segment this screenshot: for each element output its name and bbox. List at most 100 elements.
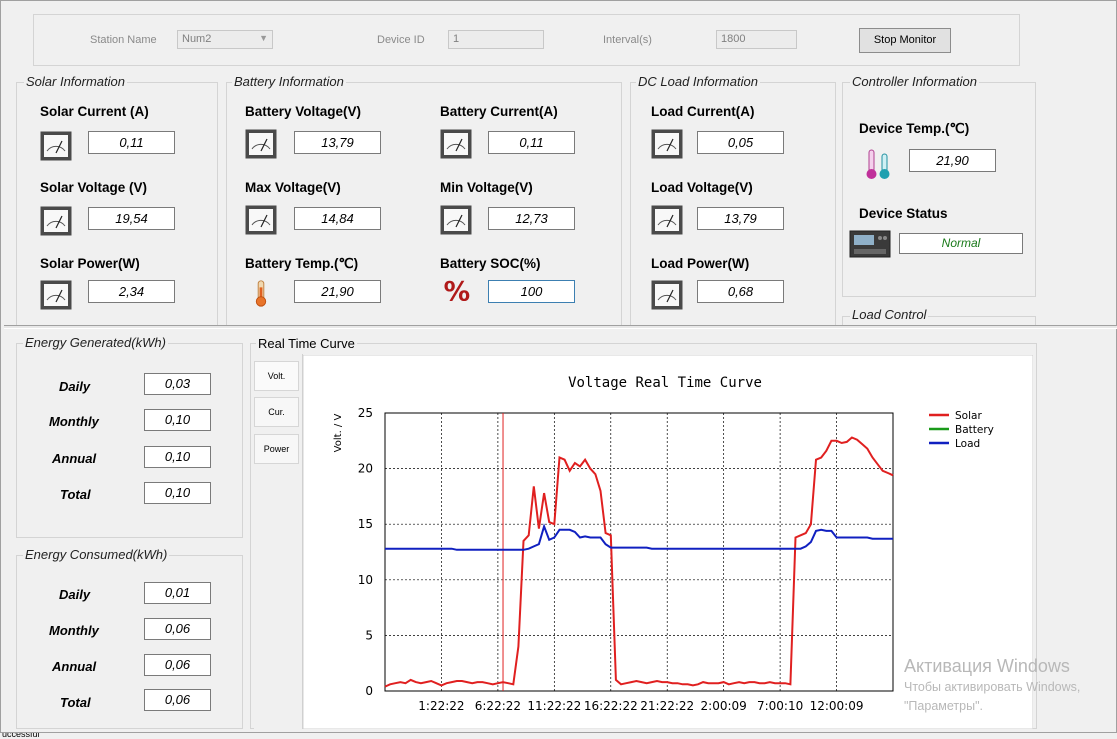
energy-consumed-daily-field[interactable]: 0,01 (144, 582, 211, 604)
energy-consumed-monthly-field[interactable]: 0,06 (144, 618, 211, 640)
load-current-field[interactable]: 0,05 (697, 131, 784, 154)
energy-generated-title: Energy Generated(kWh) (23, 335, 168, 350)
energy-consumed-daily-label: Daily (59, 587, 91, 602)
dc-load-group-title: DC Load Information (636, 74, 760, 89)
energy-consumed-monthly-label: Monthly (49, 623, 99, 638)
ammeter-icon (40, 131, 72, 161)
device-status-field[interactable]: Normal (899, 233, 1023, 254)
chevron-down-icon: ▼ (259, 33, 268, 43)
x-tick-label: 1:22:22 (418, 699, 464, 713)
solar-group-title: Solar Information (24, 74, 127, 89)
solar-power-label: Solar Power(W) (40, 256, 140, 271)
battery-soc-label: Battery SOC(%) (440, 256, 541, 271)
section-divider (4, 325, 1117, 329)
y-tick-label: 5 (365, 628, 373, 642)
energy-generated-daily-field[interactable]: 0,03 (144, 373, 211, 395)
energy-consumed-total-field[interactable]: 0,06 (144, 689, 211, 711)
device-temp-field[interactable]: 21,90 (909, 149, 996, 172)
battery-soc-field[interactable]: 100 (488, 280, 575, 303)
device-status-value: Normal (941, 236, 981, 250)
battery-voltage-field[interactable]: 13,79 (294, 131, 381, 154)
load-power-label: Load Power(W) (651, 256, 750, 271)
activation-watermark-title: Активация Windows (904, 656, 1070, 676)
svg-text:%: % (444, 277, 471, 306)
thermometer-icon (255, 280, 267, 307)
x-tick-label: 11:22:22 (527, 699, 581, 713)
battery-group-title: Battery Information (232, 74, 346, 89)
ammeter-icon (440, 129, 472, 159)
voltmeter-icon (651, 205, 683, 235)
x-tick-label: 2:00:09 (701, 699, 747, 713)
y-tick-label: 0 (365, 684, 373, 698)
battery-current-field[interactable]: 0,11 (488, 131, 575, 154)
legend-label-solar: Solar (955, 410, 982, 422)
x-tick-label: 16:22:22 (584, 699, 638, 713)
chart-y-axis-label: Volt. / V (333, 414, 344, 453)
y-tick-label: 20 (358, 462, 373, 476)
energy-generated-annual-field[interactable]: 0,10 (144, 446, 211, 468)
real-time-curve-title: Real Time Curve (256, 336, 357, 351)
min-voltage-label: Min Voltage(V) (440, 180, 533, 195)
legend-label-battery: Battery (955, 424, 994, 436)
device-status-label: Device Status (859, 206, 948, 221)
thermometer-icon (866, 149, 890, 179)
x-tick-label: 21:22:22 (640, 699, 694, 713)
energy-consumed-annual-field[interactable]: 0,06 (144, 654, 211, 676)
max-voltage-field[interactable]: 14,84 (294, 207, 381, 230)
load-power-field[interactable]: 0,68 (697, 280, 784, 303)
tab-power[interactable]: Power (254, 434, 299, 464)
x-tick-label: 7:00:10 (757, 699, 803, 713)
energy-generated-daily-label: Daily (59, 379, 91, 394)
solar-voltage-field[interactable]: 19,54 (88, 207, 175, 230)
energy-consumed-title: Energy Consumed(kWh) (23, 547, 170, 562)
ammeter-icon (651, 129, 683, 159)
activation-watermark-line2: Чтобы активировать Windows, (904, 680, 1081, 694)
energy-generated-annual-label: Annual (52, 451, 97, 466)
solar-current-field[interactable]: 0,11 (88, 131, 175, 154)
energy-generated-total-label: Total (60, 487, 91, 502)
x-tick-label: 12:00:09 (810, 699, 864, 713)
max-voltage-label: Max Voltage(V) (245, 180, 341, 195)
controller-group (842, 82, 1036, 297)
load-current-label: Load Current(A) (651, 104, 755, 119)
energy-consumed-annual-label: Annual (52, 659, 97, 674)
wattmeter-icon (40, 280, 72, 310)
status-text: uccessful (2, 733, 40, 739)
energy-consumed-total-label: Total (60, 695, 91, 710)
station-name-label: Station Name (90, 34, 157, 46)
controller-group-title: Controller Information (850, 74, 979, 89)
voltmeter-icon (440, 205, 472, 235)
legend-label-load: Load (955, 438, 980, 450)
solar-voltage-label: Solar Voltage (V) (40, 180, 148, 195)
station-select-value: Num2 (182, 33, 212, 45)
load-voltage-field[interactable]: 13,79 (697, 207, 784, 230)
solar-current-label: Solar Current (A) (40, 104, 149, 119)
device-id-field[interactable]: 1 (448, 30, 544, 49)
energy-generated-monthly-field[interactable]: 0,10 (144, 409, 211, 431)
y-tick-label: 15 (358, 517, 373, 531)
load-voltage-label: Load Voltage(V) (651, 180, 753, 195)
activation-watermark-line3: "Параметры". (904, 699, 983, 713)
tab-volt[interactable]: Volt. (254, 361, 299, 391)
interval-label: Interval(s) (603, 34, 652, 46)
load-control-group-title: Load Control (850, 307, 929, 322)
stop-monitor-button[interactable]: Stop Monitor (859, 28, 951, 53)
voltmeter-icon (245, 205, 277, 235)
percent-icon: % (444, 277, 471, 306)
y-tick-label: 25 (358, 406, 373, 420)
station-select[interactable]: Num2 ▼ (177, 30, 273, 49)
battery-voltage-label: Battery Voltage(V) (245, 104, 362, 119)
solar-power-field[interactable]: 2,34 (88, 280, 175, 303)
status-bar: uccessful (0, 733, 1117, 739)
battery-current-label: Battery Current(A) (440, 104, 558, 119)
energy-generated-total-field[interactable]: 0,10 (144, 482, 211, 504)
controller-device-icon (849, 230, 891, 258)
tab-cur[interactable]: Cur. (254, 397, 299, 427)
device-temp-label: Device Temp.(℃) (859, 121, 970, 136)
chart-title: Voltage Real Time Curve (568, 375, 762, 391)
battery-temp-label: Battery Temp.(℃) (245, 256, 359, 271)
interval-field[interactable]: 1800 (716, 30, 797, 49)
min-voltage-field[interactable]: 12,73 (488, 207, 575, 230)
device-id-label: Device ID (377, 34, 425, 46)
battery-temp-field[interactable]: 21,90 (294, 280, 381, 303)
